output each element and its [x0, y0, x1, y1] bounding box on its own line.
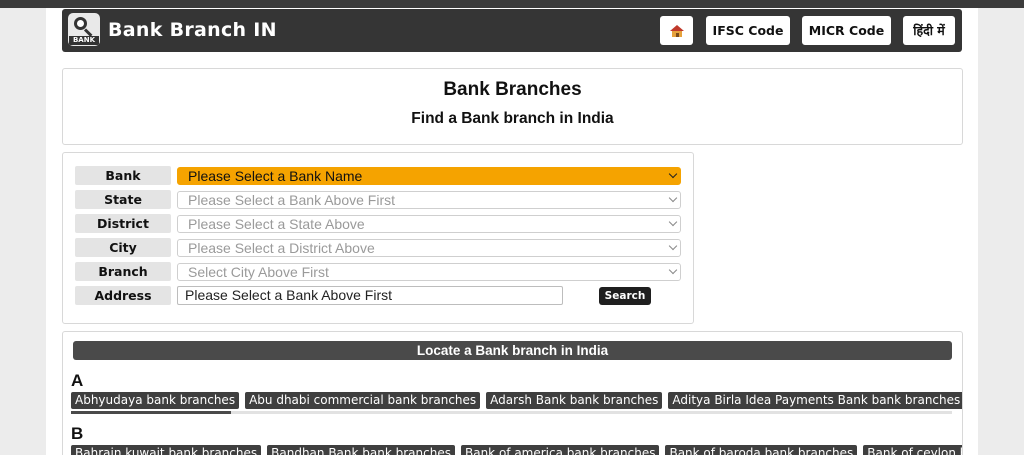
district-select-value: Please Select a State Above — [188, 216, 365, 232]
chevron-down-icon — [668, 265, 678, 275]
state-select[interactable]: Please Select a Bank Above First — [177, 191, 681, 209]
chevron-down-icon — [668, 193, 678, 203]
home-button[interactable] — [660, 16, 693, 45]
hero-card: Bank Branches Find a Bank branch in Indi… — [62, 68, 963, 145]
city-select-value: Please Select a District Above — [188, 240, 375, 256]
bank-link[interactable]: Bank of america bank branches — [460, 445, 660, 455]
chevron-down-icon — [668, 169, 678, 179]
address-input[interactable]: Please Select a Bank Above First — [177, 286, 563, 305]
page-title: Bank Branches — [443, 79, 582, 100]
micr-code-button[interactable]: MICR Code — [802, 16, 891, 45]
page-subtitle: Find a Bank branch in India — [411, 110, 614, 127]
bank-select-value: Please Select a Bank Name — [188, 168, 363, 184]
branch-select[interactable]: Select City Above First — [177, 263, 681, 281]
city-label: City — [75, 238, 171, 257]
bank-link[interactable]: Adarsh Bank bank branches — [486, 392, 663, 409]
horizontal-scrollbar[interactable] — [71, 411, 952, 414]
bank-link[interactable]: Abhyudaya bank branches — [71, 392, 240, 409]
bank-select[interactable]: Please Select a Bank Name — [177, 167, 681, 185]
site-header: BANK Bank Branch IN IFSC Code MICR Code … — [62, 9, 962, 52]
state-label: State — [75, 190, 171, 209]
bank-link[interactable]: Bahrain kuwait bank branches — [71, 445, 262, 455]
search-button[interactable]: Search — [599, 287, 651, 305]
locate-section: Locate a Bank branch in India A Abhyuday… — [62, 331, 963, 455]
bank-link[interactable]: Bank of ceylon b — [863, 445, 962, 455]
district-label: District — [75, 214, 171, 233]
bank-link[interactable]: Bandhan Bank bank branches — [267, 445, 455, 455]
chevron-down-icon — [668, 217, 678, 227]
hindi-language-button[interactable]: हिंदी में — [903, 16, 955, 45]
page-container: BANK Bank Branch IN IFSC Code MICR Code … — [46, 8, 978, 455]
bank-link[interactable]: Bank of baroda bank branches — [665, 445, 858, 455]
branch-search-form: Bank Please Select a Bank Name State Ple… — [62, 152, 694, 324]
group-letter-b: B — [71, 424, 84, 443]
browser-top-bar — [0, 0, 1024, 8]
city-select[interactable]: Please Select a District Above — [177, 239, 681, 257]
home-icon — [669, 25, 684, 37]
address-label: Address — [75, 286, 171, 305]
state-select-value: Please Select a Bank Above First — [188, 192, 395, 208]
scrollbar-thumb[interactable] — [71, 411, 231, 414]
bank-list-row-a: Abhyudaya bank branches Abu dhabi commerc… — [71, 391, 962, 409]
branch-select-value: Select City Above First — [188, 264, 329, 280]
bank-logo-icon[interactable]: BANK — [68, 13, 100, 46]
locate-section-title: Locate a Bank branch in India — [73, 341, 952, 360]
bank-list-row-b: Bahrain kuwait bank branches Bandhan Bank… — [71, 444, 962, 455]
bank-link[interactable]: Aditya Birla Idea Payments Bank bank bra… — [668, 392, 962, 409]
address-input-text: Please Select a Bank Above First — [185, 287, 392, 303]
logo-tag: BANK — [69, 36, 99, 45]
site-title[interactable]: Bank Branch IN — [108, 19, 277, 41]
chevron-down-icon — [668, 241, 678, 251]
ifsc-code-button[interactable]: IFSC Code — [706, 16, 790, 45]
bank-label: Bank — [75, 166, 171, 185]
bank-link[interactable]: Abu dhabi commercial bank branches — [245, 392, 481, 409]
branch-label: Branch — [75, 262, 171, 281]
group-letter-a: A — [71, 371, 84, 390]
district-select[interactable]: Please Select a State Above — [177, 215, 681, 233]
